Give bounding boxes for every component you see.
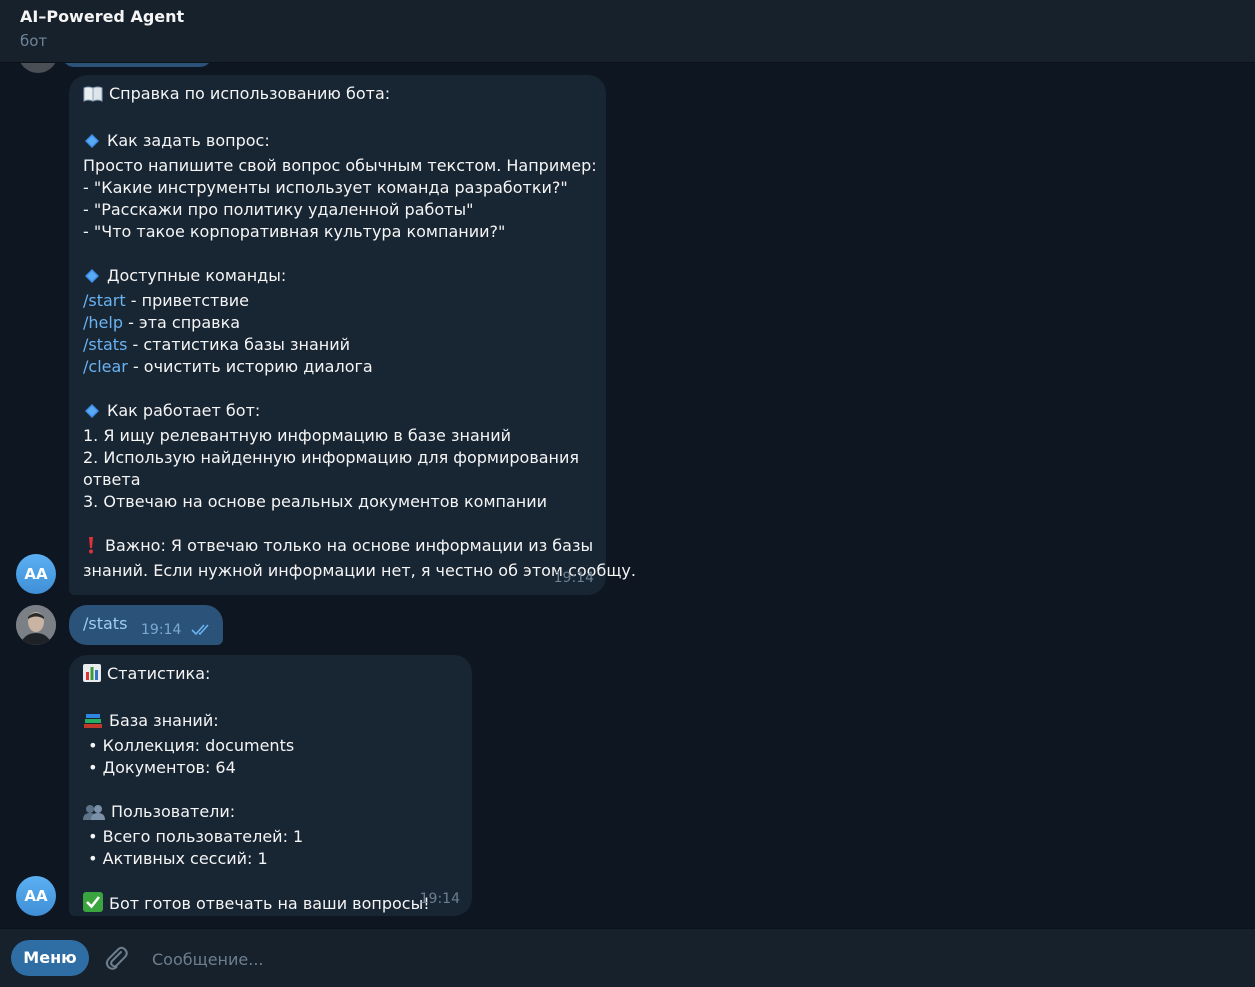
- chat-subtitle: бот: [20, 32, 48, 50]
- help-example: - "Что такое корпоративная культура комп…: [83, 222, 506, 241]
- stats-item: • Всего пользователей: 1: [83, 827, 304, 846]
- command-desc: - статистика базы знаний: [127, 335, 351, 354]
- command-link-clear[interactable]: /clear: [83, 357, 128, 376]
- blue-diamond-icon: [83, 133, 101, 155]
- message-time: 19:14: [553, 570, 594, 586]
- bot-help-message[interactable]: Справка по использованию бота: Как задат…: [69, 75, 636, 595]
- users-icon: [83, 804, 105, 826]
- previous-message-bubble: [62, 63, 212, 67]
- bot-stats-message[interactable]: Статистика: База знаний: • Коллекция: do…: [69, 655, 472, 916]
- command-link-stats[interactable]: /stats: [83, 335, 127, 354]
- user-message-text: /stats: [83, 614, 128, 633]
- help-example: - "Какие инструменты использует команда …: [83, 178, 568, 197]
- open-book-icon: [83, 86, 103, 108]
- paperclip-icon[interactable]: [102, 944, 130, 976]
- help-step: 2. Использую найденную информацию для фо…: [83, 448, 580, 467]
- command-desc: - эта справка: [122, 313, 241, 332]
- command-link-help[interactable]: /help: [83, 313, 123, 332]
- help-step: ответа: [83, 470, 141, 489]
- blue-diamond-icon: [83, 403, 101, 425]
- bar-chart-icon: [83, 664, 101, 688]
- command-desc: - приветствие: [125, 291, 249, 310]
- chat-title: AI–Powered Agent: [20, 7, 185, 26]
- help-step: 3. Отвечаю на основе реальных документов…: [83, 492, 548, 511]
- message-composer: Меню: [0, 928, 1255, 987]
- previous-user-avatar: [18, 63, 58, 73]
- help-section-ask: Как задать вопрос:: [107, 131, 270, 150]
- menu-button[interactable]: Меню: [11, 940, 89, 976]
- help-important-line: Важно: Я отвечаю только на основе информ…: [105, 536, 594, 555]
- message-time: 19:14: [419, 891, 460, 907]
- help-title: Справка по использованию бота:: [109, 84, 391, 103]
- stats-users-title: Пользователи:: [111, 802, 236, 821]
- help-ask-intro: Просто напишите свой вопрос обычным текс…: [83, 156, 597, 175]
- books-icon: [83, 713, 103, 735]
- command-desc: - очистить историю диалога: [127, 357, 373, 376]
- help-important-line: знаний. Если нужной информации нет, я че…: [83, 561, 636, 580]
- help-step: 1. Я ищу релевантную информацию в базе з…: [83, 426, 512, 445]
- stats-item: • Коллекция: documents: [83, 736, 295, 755]
- read-checkmarks-icon: [191, 622, 215, 641]
- help-section-commands: Доступные команды:: [107, 266, 287, 285]
- stats-item: • Активных сессий: 1: [83, 849, 268, 868]
- message-time: 19:14: [141, 622, 182, 638]
- user-avatar[interactable]: [16, 605, 56, 645]
- stats-kb-title: База знаний:: [109, 711, 219, 730]
- help-example: - "Расскажи про политику удаленной работ…: [83, 200, 474, 219]
- chat-header[interactable]: AI–Powered Agent бот: [0, 0, 1255, 63]
- stats-item: • Документов: 64: [83, 758, 236, 777]
- bot-avatar[interactable]: AA: [16, 876, 56, 916]
- message-input[interactable]: [150, 943, 1234, 975]
- blue-diamond-icon: [83, 268, 101, 290]
- help-section-how: Как работает бот:: [107, 401, 261, 420]
- chat-messages-area[interactable]: Справка по использованию бота: Как задат…: [0, 63, 1255, 928]
- stats-title: Статистика:: [107, 664, 211, 683]
- command-link-start[interactable]: /start: [83, 291, 126, 310]
- stats-ready-text: Бот готов отвечать на ваши вопросы!: [109, 894, 430, 913]
- bot-avatar[interactable]: AA: [16, 554, 56, 594]
- check-mark-button-icon: [83, 892, 103, 918]
- exclamation-icon: [83, 536, 99, 560]
- user-stats-message[interactable]: /stats 19:14: [69, 605, 223, 645]
